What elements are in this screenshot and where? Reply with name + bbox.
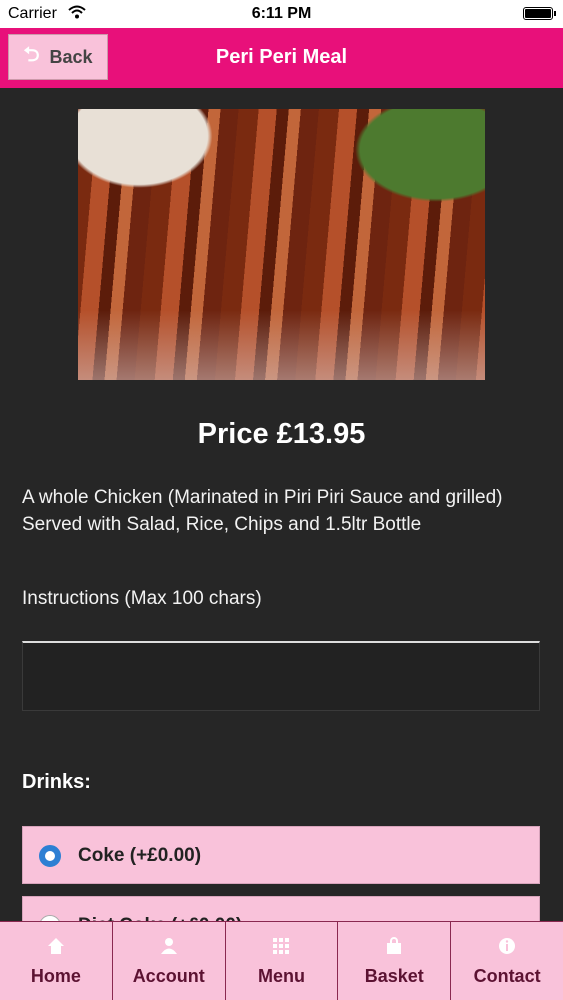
info-icon [498,936,516,962]
instructions-label: Instructions (Max 100 chars) [22,588,262,609]
product-description: A whole Chicken (Marinated in Piri Piri … [22,487,503,535]
product-image [78,109,485,380]
tab-account[interactable]: Account [113,922,226,1000]
top-nav-bar: ⮌ Back Peri Peri Meal [0,28,563,88]
home-icon [47,936,65,962]
instructions-field[interactable] [22,641,540,711]
drinks-label: Drinks: [22,771,91,793]
tab-basket[interactable]: Basket [338,922,452,1000]
status-time: 6:11 PM [251,5,312,22]
tab-label: Contact [473,965,541,986]
radio-selected-icon[interactable] [39,845,61,867]
page-title: Peri Peri Meal [215,46,348,68]
grid-icon [272,936,290,962]
status-bar: Carrier 6:11 PM [0,0,563,28]
tab-menu[interactable]: Menu [226,922,339,1000]
bag-icon [385,936,403,962]
tab-label: Account [132,965,205,986]
tab-contact[interactable]: Contact [451,922,563,1000]
tab-home[interactable]: Home [0,922,113,1000]
drink-option-label: Coke (+£0.00) [78,845,202,866]
user-icon [160,936,178,962]
tab-label: Menu [257,965,305,986]
product-price: Price £13.95 [197,418,366,450]
tab-label: Basket [364,965,424,986]
bottom-tab-bar: Home Account Menu Basket Contact [0,921,563,1000]
drink-option-coke[interactable]: Coke (+£0.00) [22,826,540,884]
tab-label: Home [30,965,81,986]
battery-icon [523,7,556,20]
